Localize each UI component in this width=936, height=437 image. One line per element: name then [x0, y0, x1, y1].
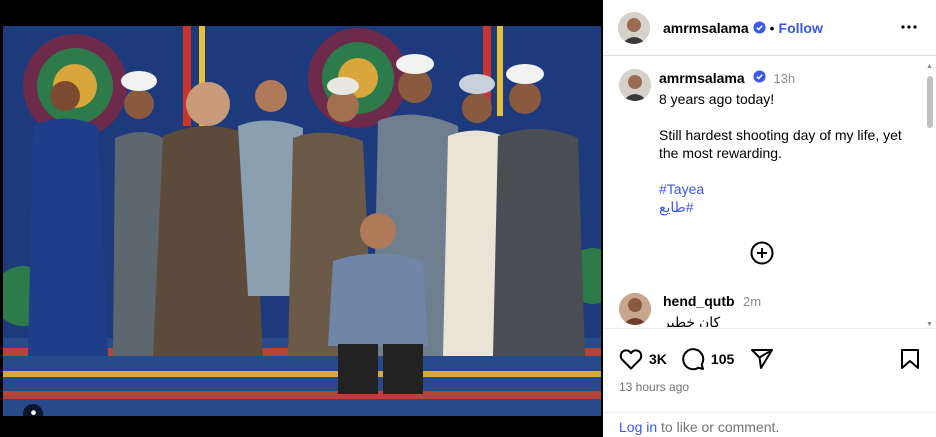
post-timestamp: 13 hours ago — [619, 380, 690, 394]
save-icon[interactable] — [900, 348, 920, 375]
separator-dot: • — [769, 19, 775, 36]
login-prompt: Log in to like or comment. — [603, 412, 936, 437]
comments-count[interactable]: 105 — [711, 351, 734, 367]
likes-count[interactable]: 3K — [649, 351, 667, 367]
scroll-thumb[interactable] — [927, 76, 933, 128]
comment-time: 2m — [743, 294, 762, 309]
login-rest-text: to like or comment. — [657, 419, 780, 435]
login-link[interactable]: Log in — [619, 419, 657, 435]
post-actions: 3K 105 13 hours ago Log in to like or co… — [603, 328, 936, 437]
caption-line-1: 8 years ago today! — [659, 91, 775, 107]
post-photo[interactable] — [3, 26, 601, 416]
author-avatar[interactable] — [618, 11, 650, 44]
comment-icon[interactable] — [681, 347, 705, 371]
group-photo-illustration — [3, 26, 601, 416]
post-media — [0, 0, 603, 437]
plus-circle-icon[interactable] — [750, 241, 774, 270]
hashtag-link[interactable]: طايع# — [659, 198, 921, 216]
scroll-down-icon[interactable]: ▼ — [926, 321, 933, 328]
comment-text: كان خطير — [663, 314, 721, 327]
verified-icon — [753, 21, 766, 34]
follow-button[interactable]: Follow — [779, 20, 823, 36]
caption-time: 13h — [773, 71, 796, 86]
post-sidebar: amrmsalama • Follow amrmsalama 13h 8 yea… — [603, 0, 936, 437]
post-header: amrmsalama • Follow — [603, 0, 936, 56]
heart-icon[interactable] — [619, 348, 643, 370]
comments-scrollbar[interactable]: ▲ ▼ — [924, 60, 934, 328]
more-icon[interactable] — [900, 18, 918, 41]
share-icon[interactable] — [750, 347, 774, 371]
comment-avatar[interactable] — [619, 293, 651, 325]
verified-icon — [752, 70, 766, 83]
caption-avatar[interactable] — [619, 69, 651, 101]
caption-line-2: Still hardest shooting day of my life, y… — [659, 127, 902, 161]
caption-username[interactable]: amrmsalama — [659, 70, 745, 86]
scroll-up-icon[interactable]: ▲ — [926, 63, 933, 70]
author-username[interactable]: amrmsalama — [663, 20, 749, 36]
comment-username[interactable]: hend_qutb — [663, 293, 735, 309]
hashtag-link[interactable]: #Tayea — [659, 180, 921, 198]
comments-section[interactable]: amrmsalama 13h 8 years ago today! Still … — [603, 57, 936, 327]
